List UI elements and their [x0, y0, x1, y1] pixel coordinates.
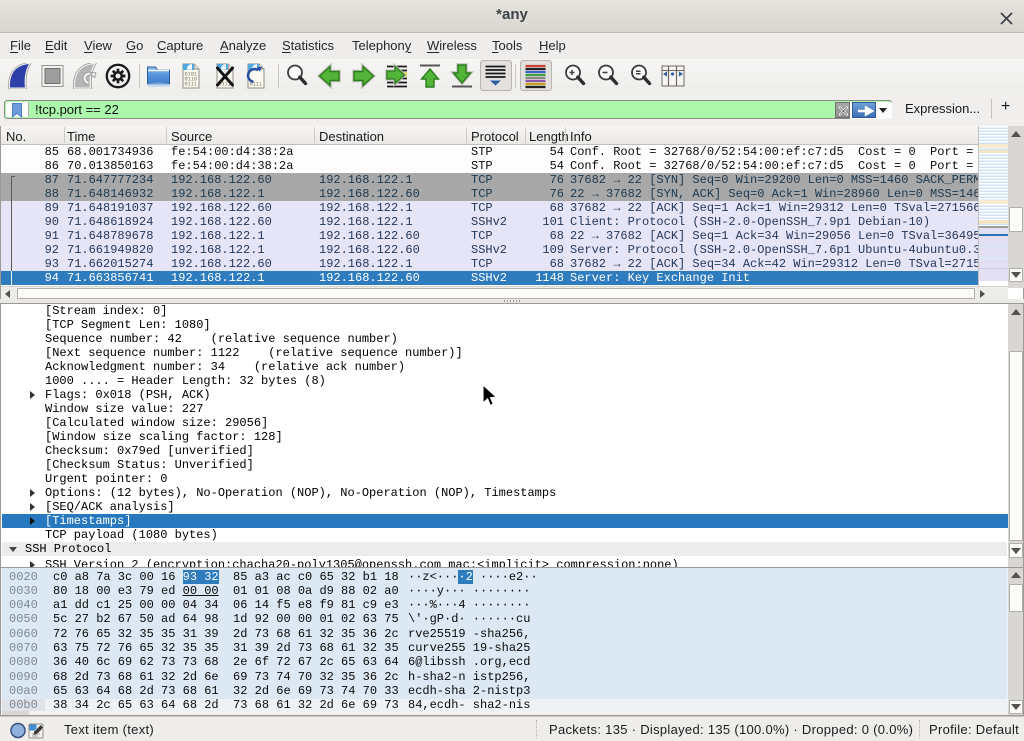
svg-text:0111: 0111 [185, 82, 197, 88]
